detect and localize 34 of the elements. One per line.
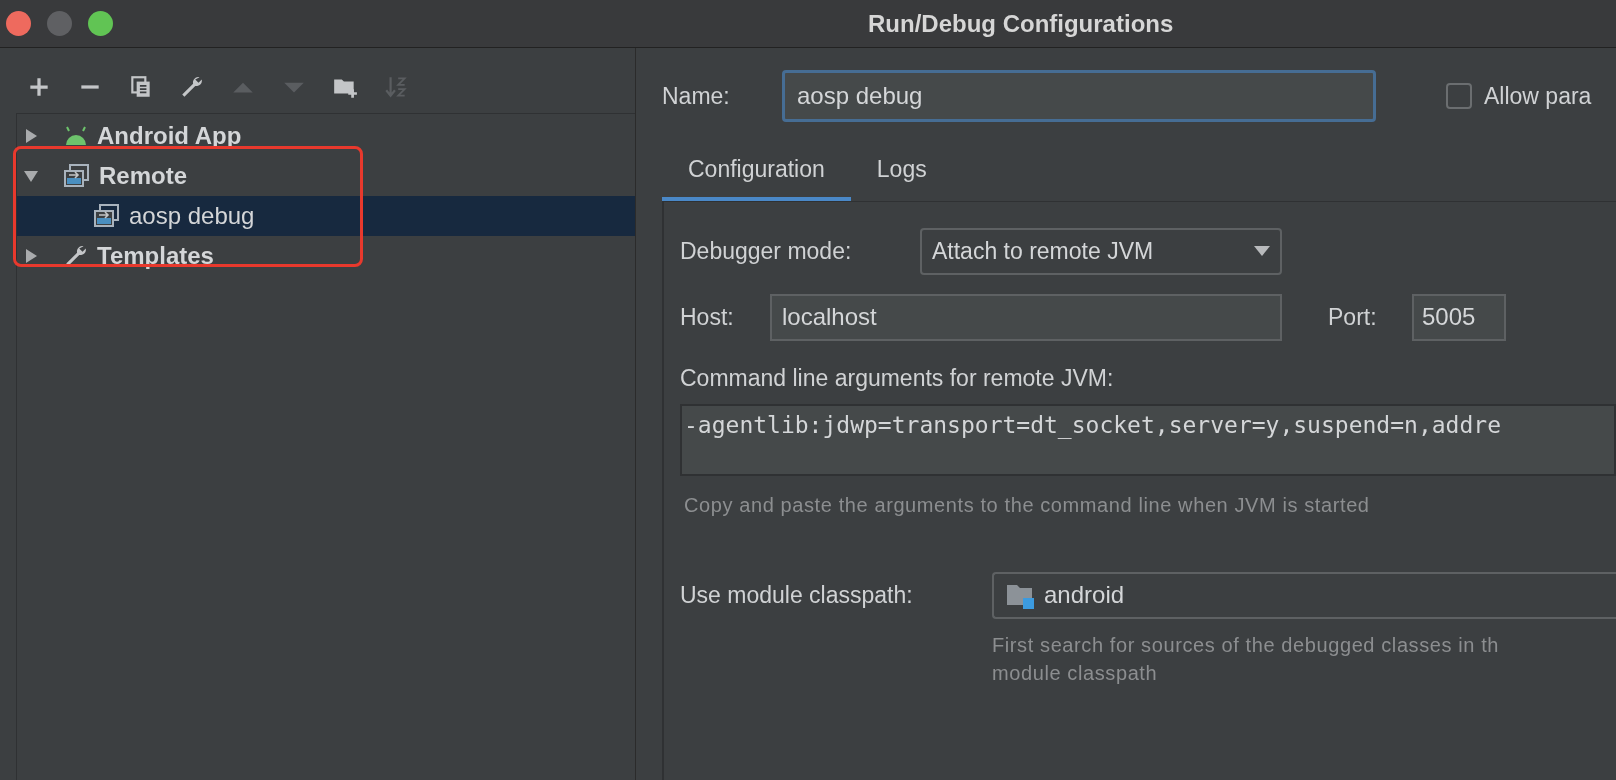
- window-title: Run/Debug Configurations: [868, 8, 1174, 39]
- command-line-hint: Copy and paste the arguments to the command line when JVM is started: [684, 492, 1371, 518]
- remote-config-icon: [93, 203, 121, 229]
- tree-item-label: Templates: [97, 241, 214, 271]
- module-classpath-label: Use module classpath:: [680, 580, 914, 610]
- allow-parallel-label: Allow para: [1484, 81, 1592, 111]
- host-input[interactable]: localhost: [770, 293, 1282, 341]
- host-label: Host:: [680, 302, 735, 332]
- command-line-label: Command line arguments for remote JVM:: [680, 364, 1115, 393]
- tab[interactable]: Logs: [850, 142, 953, 201]
- remote-config-icon: [63, 163, 91, 189]
- android-icon: [63, 125, 89, 147]
- tree-row[interactable]: Remote: [17, 156, 635, 196]
- tree-row[interactable]: aosp debug: [17, 196, 635, 236]
- tab[interactable]: Configuration: [662, 142, 851, 201]
- maximize-icon[interactable]: [88, 11, 113, 36]
- debugger-mode-label: Debugger mode:: [680, 236, 853, 266]
- port-input[interactable]: 5005: [1412, 293, 1506, 341]
- name-input[interactable]: aosp debug: [782, 70, 1376, 122]
- debugger-mode-dropdown[interactable]: Attach to remote JVM: [920, 227, 1282, 275]
- collapsed-caret-icon[interactable]: [23, 128, 39, 144]
- tree-item-label: aosp debug: [129, 201, 255, 231]
- caret-icon: [1254, 246, 1270, 256]
- tree-row[interactable]: Templates: [17, 236, 635, 276]
- tree-item-label: Remote: [99, 161, 188, 191]
- command-line-textarea[interactable]: -agentlib:jdwp=transport=dt_socket,server=y,suspend=n,addre: [680, 403, 1616, 476]
- collapsed-caret-icon[interactable]: [23, 248, 39, 264]
- port-label: Port:: [1328, 302, 1378, 332]
- name-label: Name:: [662, 81, 731, 111]
- module-classpath-hint: First search for sources of the debugged classes in th module classpath: [992, 632, 1501, 686]
- allow-parallel-checkbox[interactable]: [1446, 83, 1472, 109]
- expanded-caret-icon[interactable]: [23, 168, 39, 184]
- module-classpath-dropdown[interactable]: android: [992, 571, 1616, 619]
- close-icon[interactable]: [6, 11, 31, 36]
